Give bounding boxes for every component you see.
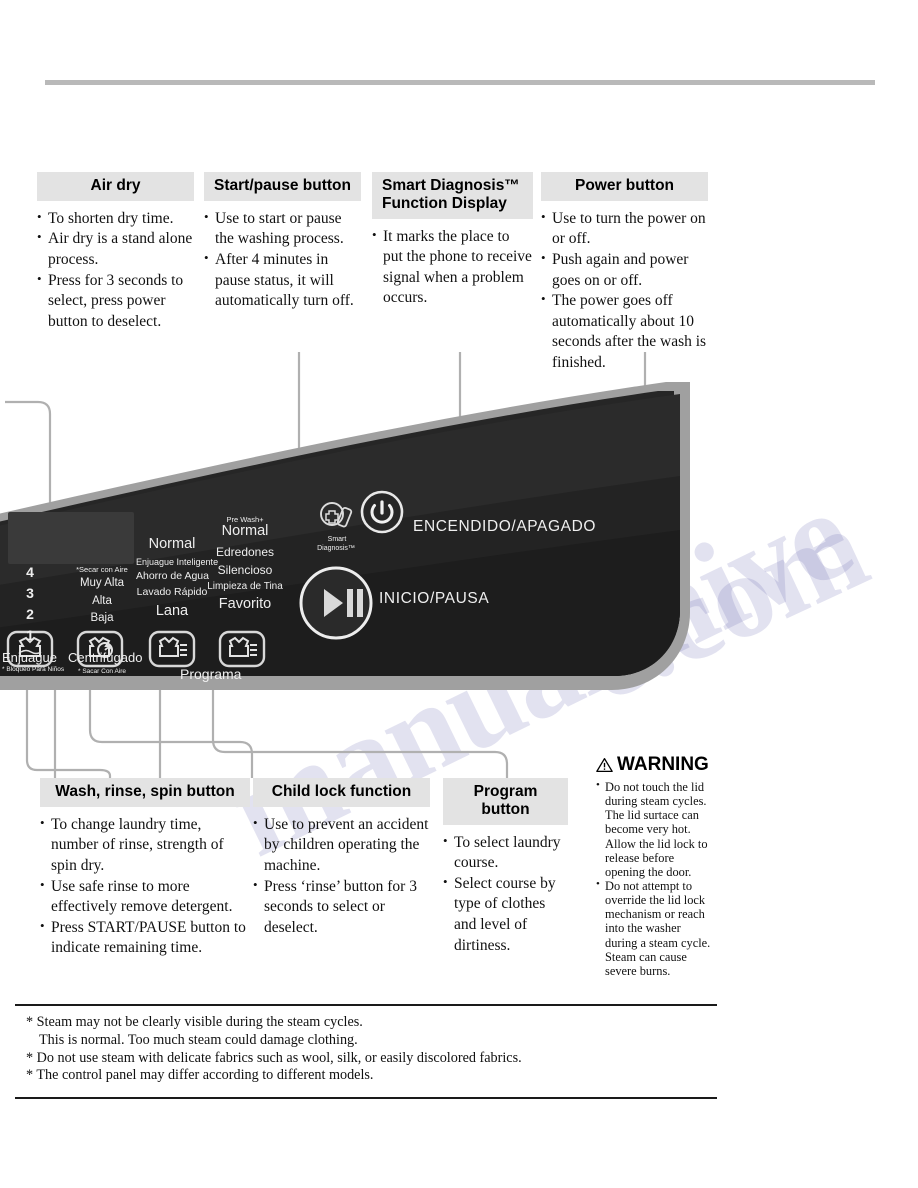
list-item: Do not touch the lid during steam cycles… xyxy=(596,779,716,879)
program-favorito: Favorito xyxy=(218,596,272,612)
warning-heading-text: WARNING xyxy=(617,754,709,775)
callout-power-body: Use to turn the power on or off. Push ag… xyxy=(541,208,708,374)
led-display-panel xyxy=(8,512,134,564)
program-enjuague-inteligente: Enjuague Inteligente xyxy=(136,556,219,567)
warning-body: Do not touch the lid during steam cycles… xyxy=(596,779,716,978)
list-item: The power goes off automatically about 1… xyxy=(541,290,708,373)
list-item: Air dry is a stand alone process. xyxy=(37,228,194,270)
smart-diagnosis-label-line2: Diagnosis™ xyxy=(317,545,355,552)
callout-program-body: To select laundry course. Select course … xyxy=(443,832,568,957)
program-button-label[interactable]: Programa xyxy=(180,666,241,682)
manual-page: manualshive e.com xyxy=(0,0,918,1188)
list-item: Press for 3 seconds to select, press pow… xyxy=(37,270,194,333)
footnote-line-4: * The control panel may differ according… xyxy=(26,1067,374,1084)
footnote-top-rule xyxy=(15,1004,717,1006)
start-pause-button-label[interactable]: INICIO/PAUSA xyxy=(379,590,489,608)
callout-smart-diagnosis-body: It marks the place to put the phone to r… xyxy=(372,226,533,309)
air-dry-note: *Secar con Aire xyxy=(76,565,128,574)
callout-power-title: Power button xyxy=(541,172,708,201)
program-normal: Normal xyxy=(148,536,196,552)
list-item: It marks the place to put the phone to r… xyxy=(372,226,533,309)
smart-diagnosis-label-line1: Smart xyxy=(327,536,347,543)
callout-program-title: Program button xyxy=(443,778,568,825)
list-item: To change laundry time, number of rinse,… xyxy=(40,814,250,877)
callout-air-dry-body: To shorten dry time. Air dry is a stand … xyxy=(37,208,194,333)
callout-start-pause: Start/pause button Use to start or pause… xyxy=(204,172,361,312)
footnote-line-2: This is normal. Too much steam could dam… xyxy=(39,1031,358,1048)
air-dry-sub-note: * Sacar Con Aire xyxy=(78,668,127,675)
list-item: To select laundry course. xyxy=(443,832,568,874)
program-normal-2: Normal xyxy=(221,523,269,540)
callout-smart-diagnosis-title-line1: Smart Diagnosis™ xyxy=(382,177,520,194)
warning-block: WARNING Do not touch the lid during stea… xyxy=(596,754,716,978)
callout-child-lock-title: Child lock function xyxy=(253,778,430,807)
callout-air-dry: Air dry To shorten dry time. Air dry is … xyxy=(37,172,194,332)
program-silencioso: Silencioso xyxy=(217,563,273,577)
list-item: Select course by type of clothes and lev… xyxy=(443,873,568,956)
callout-start-pause-body: Use to start or pause the washing proces… xyxy=(204,208,361,312)
spin-level-muy-alta: Muy Alta xyxy=(79,577,125,590)
program-column-2: Pre Wash+ Normal Edredones Silencioso Li… xyxy=(206,514,284,616)
program-ahorro-de-agua: Ahorro de Agua xyxy=(136,570,209,583)
callout-child-lock-body: Use to prevent an accident by children o… xyxy=(253,814,430,939)
spin-level-alta: Alta xyxy=(92,594,112,607)
program-lavado-rapido: Lavado Rápido xyxy=(136,586,208,598)
list-item: Do not attempt to override the lid lock … xyxy=(596,878,716,978)
list-item: Press START/PAUSE button to indicate rem… xyxy=(40,917,250,959)
power-button-graphic xyxy=(360,490,404,534)
level-number-column: 4 3 2 1 xyxy=(26,564,34,643)
footnote-line-1: * Steam may not be clearly visible durin… xyxy=(26,1014,363,1030)
callout-wash-rinse-spin-body: To change laundry time, number of rinse,… xyxy=(40,814,250,959)
callout-smart-diagnosis: Smart Diagnosis™ Function Display It mar… xyxy=(372,172,533,309)
program-lana: Lana xyxy=(155,602,189,619)
spin-level-column: *Secar con Aire Muy Alta Alta Baja xyxy=(62,564,142,627)
callout-power: Power button Use to turn the power on or… xyxy=(541,172,708,374)
callout-air-dry-title: Air dry xyxy=(37,172,194,201)
program-limpieza-de-tina: Limpieza de Tina xyxy=(207,581,283,592)
callout-wash-rinse-spin: Wash, rinse, spin button To change laund… xyxy=(40,778,250,959)
callout-wash-rinse-spin-title: Wash, rinse, spin button xyxy=(40,778,250,807)
spin-button-label[interactable]: Centrifugado xyxy=(68,650,142,665)
warning-triangle-icon xyxy=(596,757,613,773)
warning-heading-row: WARNING xyxy=(596,754,716,776)
list-item: Use to start or pause the washing proces… xyxy=(204,208,361,250)
start-pause-button-graphic xyxy=(299,566,373,640)
program-edredones: Edredones xyxy=(215,545,275,559)
footnote-text: * Steam may not be clearly visible durin… xyxy=(26,1014,706,1085)
child-lock-note: * Bloqueo Para Niños xyxy=(2,666,65,673)
callout-smart-diagnosis-title-line2: Function Display xyxy=(382,194,507,212)
list-item: Use to turn the power on or off. xyxy=(541,208,708,250)
header-divider xyxy=(45,80,875,85)
list-item: Push again and power goes on or off. xyxy=(541,249,708,291)
list-item: To shorten dry time. xyxy=(37,208,194,230)
callout-child-lock: Child lock function Use to prevent an ac… xyxy=(253,778,430,938)
list-item: Press ‘rinse’ button for 3 seconds to se… xyxy=(253,876,430,939)
list-item: Use to prevent an accident by children o… xyxy=(253,814,430,877)
footnote-line-3: * Do not use steam with delicate fabrics… xyxy=(26,1049,522,1066)
list-item: After 4 minutes in pause status, it will… xyxy=(204,249,361,312)
program-column-1: Normal Enjuague Inteligente Ahorro de Ag… xyxy=(136,534,219,623)
callout-smart-diagnosis-title: Smart Diagnosis™ Function Display xyxy=(372,172,533,219)
rinse-button-label[interactable]: Enjuague xyxy=(2,650,57,665)
callout-start-pause-title: Start/pause button xyxy=(204,172,361,201)
spin-level-baja: Baja xyxy=(90,611,114,624)
footnote-bottom-rule xyxy=(15,1097,717,1099)
callout-program: Program button To select laundry course.… xyxy=(443,778,568,956)
power-button-label[interactable]: ENCENDIDO/APAGADO xyxy=(413,518,596,536)
list-item: Use safe rinse to more effectively remov… xyxy=(40,876,250,918)
